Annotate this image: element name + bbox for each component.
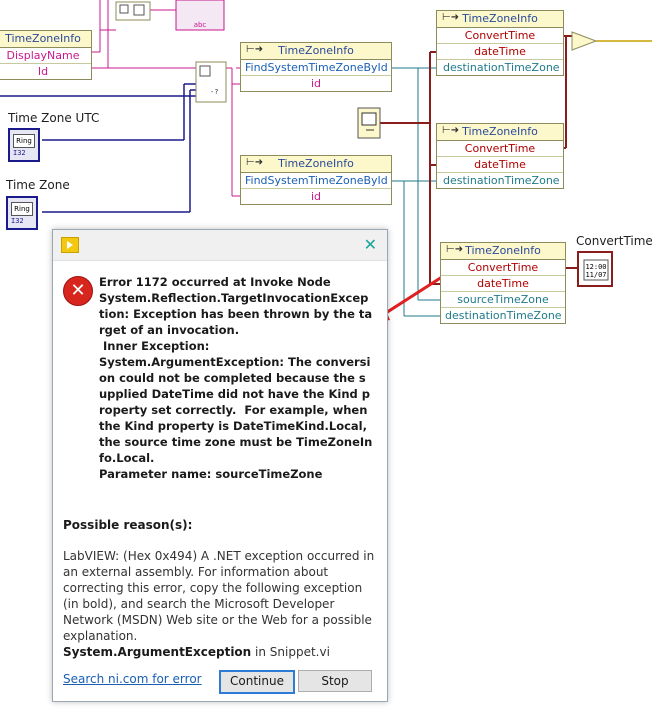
node-title: TimeZoneInfo (462, 12, 538, 25)
labview-app-icon (61, 237, 79, 253)
clock-text: 12:00 (585, 263, 606, 271)
param-datetime[interactable]: dateTime (437, 44, 563, 60)
ring-type: I32 (13, 149, 26, 157)
error-message: Error 1172 occurred at Invoke Node Syste… (99, 275, 373, 481)
ring-type: I32 (11, 217, 24, 225)
method-name[interactable]: ConvertTime (441, 260, 565, 276)
param-source[interactable]: sourceTimeZone (441, 292, 565, 308)
convert-time-indicator-label: ConvertTime (576, 234, 652, 248)
continue-button[interactable]: Continue (219, 670, 295, 694)
time-zone-ring[interactable]: Ring I32 (6, 196, 38, 230)
convert-time-node-1[interactable]: ⊢➜ TimeZoneInfo ConvertTime dateTime dest… (436, 10, 564, 76)
node-title: TimeZoneInfo (278, 44, 354, 57)
tzinfo-property-node[interactable]: TimeZoneInfo DisplayName Id (0, 30, 92, 80)
stop-button[interactable]: Stop (298, 670, 372, 692)
reason-text: LabVIEW: (Hex 0x494) A .NET exception oc… (63, 549, 375, 643)
method-name[interactable]: ConvertTime (437, 28, 563, 44)
compare-function-icon[interactable] (571, 31, 598, 51)
convert-time-node-2[interactable]: ⊢➜ TimeZoneInfo ConvertTime dateTime dest… (436, 123, 564, 189)
find-timezone-node-2[interactable]: ⊢➜ TimeZoneInfo FindSystemTimeZoneById id (240, 155, 392, 205)
convert-time-node-3[interactable]: ⊢➜ TimeZoneInfo ConvertTime dateTime sour… (440, 242, 566, 324)
param-destination[interactable]: destinationTimeZone (437, 173, 563, 188)
find-timezone-node-1[interactable]: ⊢➜ TimeZoneInfo FindSystemTimeZoneById id (240, 42, 392, 92)
build-array-node[interactable]: -? (195, 61, 227, 103)
search-error-link[interactable]: Search ni.com for error (63, 672, 202, 686)
param-id[interactable]: id (241, 189, 391, 204)
param-id[interactable]: id (241, 76, 391, 91)
datetime-indicator: 12:00 11/07 (577, 251, 613, 287)
node-title: TimeZoneInfo (5, 32, 81, 45)
cluster-text: abc (194, 21, 207, 29)
param-destination[interactable]: destinationTimeZone (437, 60, 563, 75)
svg-text:-?: -? (210, 88, 218, 96)
param-datetime[interactable]: dateTime (437, 157, 563, 173)
reason-body: LabVIEW: (Hex 0x494) A .NET exception oc… (63, 548, 375, 660)
param-destination[interactable]: destinationTimeZone (441, 308, 565, 323)
node-title: TimeZoneInfo (278, 157, 354, 170)
error-icon: ✕ (63, 276, 93, 306)
reason-suffix: in Snippet.vi (251, 645, 330, 659)
ring-text: Ring (11, 202, 33, 216)
param-datetime[interactable]: dateTime (441, 276, 565, 292)
method-name[interactable]: FindSystemTimeZoneById (241, 173, 391, 189)
property-displayname[interactable]: DisplayName (0, 48, 91, 64)
method-name[interactable]: FindSystemTimeZoneById (241, 60, 391, 76)
time-zone-label: Time Zone (6, 178, 70, 192)
get-date-time-icon[interactable] (357, 107, 381, 139)
cluster-constant: abc (175, 0, 225, 31)
time-zone-utc-label: Time Zone UTC (8, 111, 100, 125)
error-dialog: ✕ ✕ Error 1172 occurred at Invoke Node S… (52, 229, 388, 702)
method-name[interactable]: ConvertTime (437, 141, 563, 157)
time-zone-utc-ring[interactable]: Ring I32 (8, 128, 40, 162)
reason-heading: Possible reason(s): (63, 518, 193, 532)
ring-text: Ring (13, 134, 35, 148)
node-title: TimeZoneInfo (465, 244, 541, 257)
clock-date: 11/07 (585, 271, 606, 279)
dialog-titlebar[interactable]: ✕ (53, 230, 387, 261)
property-id[interactable]: Id (0, 64, 91, 79)
close-icon[interactable]: ✕ (364, 235, 377, 254)
unbundle-node[interactable] (115, 1, 151, 21)
reason-exception: System.ArgumentException (63, 645, 252, 659)
teal-wires (388, 67, 440, 317)
node-title: TimeZoneInfo (462, 125, 538, 138)
